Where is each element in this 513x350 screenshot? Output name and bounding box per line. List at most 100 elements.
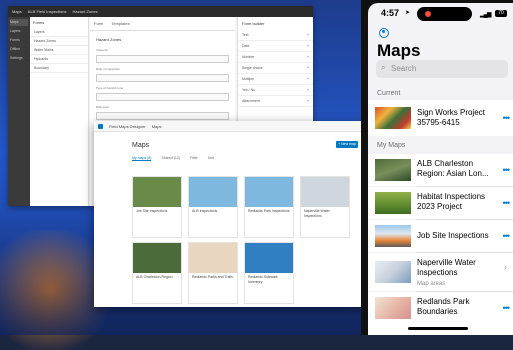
more-options-icon[interactable]: •••	[503, 231, 511, 241]
map-card-title: Job Site Inspections	[136, 209, 168, 213]
map-list-item[interactable]: Job Site Inspections •••	[368, 220, 513, 252]
map-card[interactable]: ALB Charleston Region	[132, 242, 182, 304]
plus-icon: +	[306, 99, 309, 103]
map-title: ALB Charleston Region: Asian Lon...	[417, 159, 489, 178]
map-card[interactable]: Redlands Sidewalk Inventory	[244, 242, 294, 304]
section-my-maps-label: My Maps	[377, 142, 406, 149]
plus-icon: +	[306, 66, 309, 70]
phone-screen: 4:57 ➤ ▂▄▆ 70 Maps ⌕ Search Current Sign…	[368, 3, 513, 335]
panel-item[interactable]: Hydrants	[30, 55, 88, 64]
form-field[interactable]	[96, 55, 229, 63]
recording-indicator-icon	[425, 11, 431, 17]
sidebar-item[interactable]: Maps	[10, 19, 28, 26]
more-options-icon[interactable]: •••	[503, 113, 511, 123]
form-field[interactable]	[96, 112, 229, 120]
search-input[interactable]: ⌕ Search	[376, 60, 508, 78]
back-window-topbar: Maps ALB Field Inspections Hazard Zones	[8, 6, 313, 17]
map-card-grid: Job Site Inspections ALB Inspections Red…	[132, 176, 354, 304]
more-options-icon[interactable]: •••	[503, 303, 511, 313]
tab-my-maps[interactable]: My maps (8)	[132, 156, 152, 161]
map-card-title: ALB Charleston Region	[136, 275, 173, 279]
map-thumbnail	[133, 177, 181, 207]
new-map-button[interactable]: + New map	[336, 141, 358, 148]
home-indicator	[408, 327, 468, 330]
map-title: Job Site Inspections	[417, 231, 489, 240]
map-tabs: My maps (8) Shared (12) Filter Sort	[132, 156, 214, 161]
chevron-right-icon[interactable]: ›	[504, 262, 507, 272]
profile-icon[interactable]	[379, 28, 389, 38]
sidebar-item[interactable]: Settings	[10, 55, 28, 62]
sidebar-item[interactable]: Offline	[10, 46, 28, 53]
builder-row[interactable]: Date +	[238, 41, 313, 52]
panel-item[interactable]: Layers	[30, 28, 88, 37]
map-thumbnail	[375, 261, 411, 283]
map-list-item[interactable]: ALB Charleston Region: Asian Lon... •••	[368, 154, 513, 186]
map-list-item-current[interactable]: Sign Works Project 35795-6415 •••	[368, 100, 513, 136]
status-bar: 4:57 ➤ ▂▄▆ 70	[368, 3, 513, 25]
map-list-item[interactable]: Naperville Water Inspections Map areas ›	[368, 253, 513, 291]
front-window: Field Maps Designer Maps Maps + New map …	[94, 121, 366, 307]
plus-icon: +	[306, 55, 309, 59]
plus-icon: +	[306, 44, 309, 48]
form-field[interactable]	[96, 93, 229, 101]
filter-button[interactable]: Filter	[190, 156, 198, 161]
field-label: Inspector	[96, 48, 109, 52]
editor-tabs: Form Templates	[90, 17, 235, 31]
map-thumbnail	[245, 243, 293, 273]
map-thumbnail	[245, 177, 293, 207]
app-logo-icon	[98, 123, 103, 129]
sort-button[interactable]: Sort	[208, 156, 214, 161]
builder-row[interactable]: Text +	[238, 30, 313, 41]
builder-row[interactable]: Number +	[238, 52, 313, 63]
search-placeholder: Search	[391, 64, 417, 73]
signal-icon: ▂▄▆	[480, 12, 492, 18]
builder-row[interactable]: Multiple +	[238, 74, 313, 85]
map-card-title: ALB Inspections	[192, 209, 218, 213]
map-card[interactable]: Naperville Water Inspections	[300, 176, 350, 238]
builder-row[interactable]: Yes / No +	[238, 85, 313, 96]
map-title: Habitat Inspections 2023 Project	[417, 192, 486, 211]
builder-row[interactable]: Attachment +	[238, 96, 313, 107]
topbar-item[interactable]: Maps	[12, 9, 22, 14]
panel-item[interactable]: Water Mains	[30, 46, 88, 55]
search-icon: ⌕	[381, 63, 386, 72]
map-thumbnail	[375, 297, 411, 319]
topbar-item[interactable]: Hazard Zones	[72, 9, 97, 14]
tab-templates[interactable]: Templates	[111, 21, 129, 26]
builder-row-label: Yes / No	[242, 88, 256, 92]
more-options-icon[interactable]: •••	[503, 198, 511, 208]
map-card[interactable]: ALB Inspections	[188, 176, 238, 238]
back-forms-panel: Forms Layers Hazard Zones Water Mains Hy…	[30, 17, 89, 206]
field-label: Risk level	[96, 105, 109, 109]
breadcrumb[interactable]: Maps	[152, 124, 162, 129]
panel-item[interactable]: Boundary	[30, 64, 88, 73]
builder-row[interactable]: Single choice +	[238, 63, 313, 74]
map-card[interactable]: Redlands Park Inspections	[244, 176, 294, 238]
sidebar-item[interactable]: Forms	[10, 37, 28, 44]
map-card-title: Redlands Park Inspections	[248, 209, 290, 213]
map-card-title: Redlands Sidewalk Inventory	[248, 275, 278, 284]
map-title: Redlands Park Boundaries	[417, 297, 470, 316]
map-card[interactable]: Job Site Inspections	[132, 176, 182, 238]
map-thumbnail	[189, 177, 237, 207]
more-options-icon[interactable]: •••	[503, 165, 511, 175]
builder-row-label: Multiple	[242, 77, 255, 81]
topbar-item[interactable]: ALB Field Inspections	[28, 9, 67, 14]
form-field[interactable]	[96, 74, 229, 82]
tab-shared[interactable]: Shared (12)	[161, 156, 179, 161]
location-arrow-icon: ➤	[405, 10, 411, 16]
map-card[interactable]: Redlands Parks and Trails	[188, 242, 238, 304]
field-label: Date of inspection	[96, 67, 121, 71]
tab-form[interactable]: Form	[94, 21, 103, 26]
page-title: Maps	[132, 142, 150, 149]
map-list-item[interactable]: Habitat Inspections 2023 Project •••	[368, 187, 513, 219]
page-title: Maps	[377, 41, 421, 60]
panel-item[interactable]: Hazard Zones	[30, 37, 88, 46]
map-thumbnail	[133, 243, 181, 273]
panel-title: Forms	[33, 20, 45, 25]
builder-row-label: Single choice	[242, 66, 263, 70]
builder-row-label: Number	[242, 55, 255, 59]
sidebar-item[interactable]: Layers	[10, 28, 28, 35]
builder-row-label: Date	[242, 44, 250, 48]
map-title: Naperville Water Inspections	[417, 258, 476, 277]
